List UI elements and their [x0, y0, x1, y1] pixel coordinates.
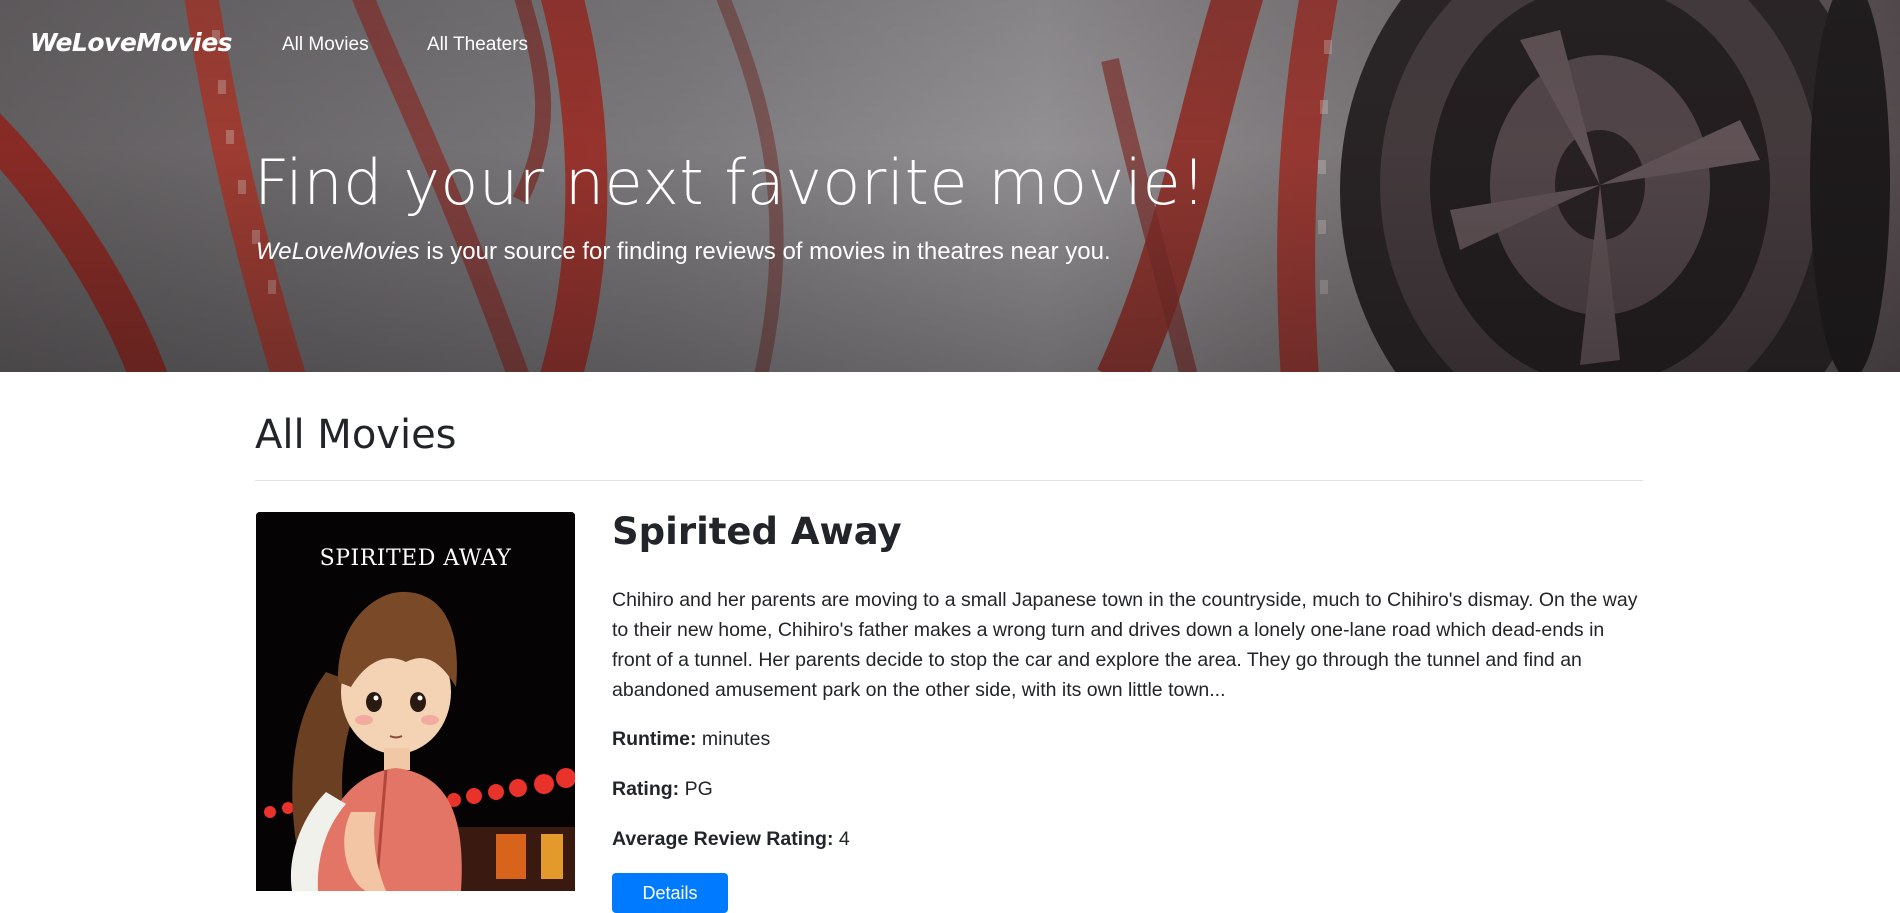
movie-poster-image: SPIRITED AWAY [256, 512, 575, 891]
rating-label: Rating: [612, 778, 680, 800]
navbar: WeLoveMovies All Movies All Theaters [0, 0, 1900, 92]
movie-runtime: Runtime: minutes [612, 728, 770, 751]
page-title: All Movies [255, 412, 457, 458]
hero-banner: WeLoveMovies All Movies All Theaters Fin… [0, 0, 1900, 372]
brand-logo-link[interactable]: WeLoveMovies [30, 28, 233, 57]
section-divider [255, 480, 1643, 481]
movie-title: Spirited Away [612, 510, 902, 553]
hero-subtitle: WeLoveMovies is your source for finding … [256, 238, 1111, 266]
average-rating-value: 4 [833, 828, 850, 850]
runtime-label: Runtime: [612, 728, 697, 750]
movie-description: Chihiro and her parents are moving to a … [612, 589, 1638, 701]
poster-caption: SPIRITED AWAY [319, 546, 512, 571]
movie-average-review-rating: Average Review Rating: 4 [612, 828, 850, 851]
nav-link-all-movies[interactable]: All Movies [282, 34, 369, 56]
details-button[interactable]: Details [612, 873, 728, 913]
hero-title: Find your next favorite movie! [254, 146, 1207, 219]
average-rating-label: Average Review Rating: [612, 828, 834, 850]
hero-subtitle-text: is your source for finding reviews of mo… [419, 238, 1111, 265]
movie-rating: Rating: PG [612, 778, 713, 801]
hero-subtitle-brand: WeLoveMovies [256, 238, 420, 265]
runtime-value: minutes [696, 728, 771, 750]
rating-value: PG [679, 778, 713, 800]
nav-link-all-theaters[interactable]: All Theaters [427, 34, 528, 56]
